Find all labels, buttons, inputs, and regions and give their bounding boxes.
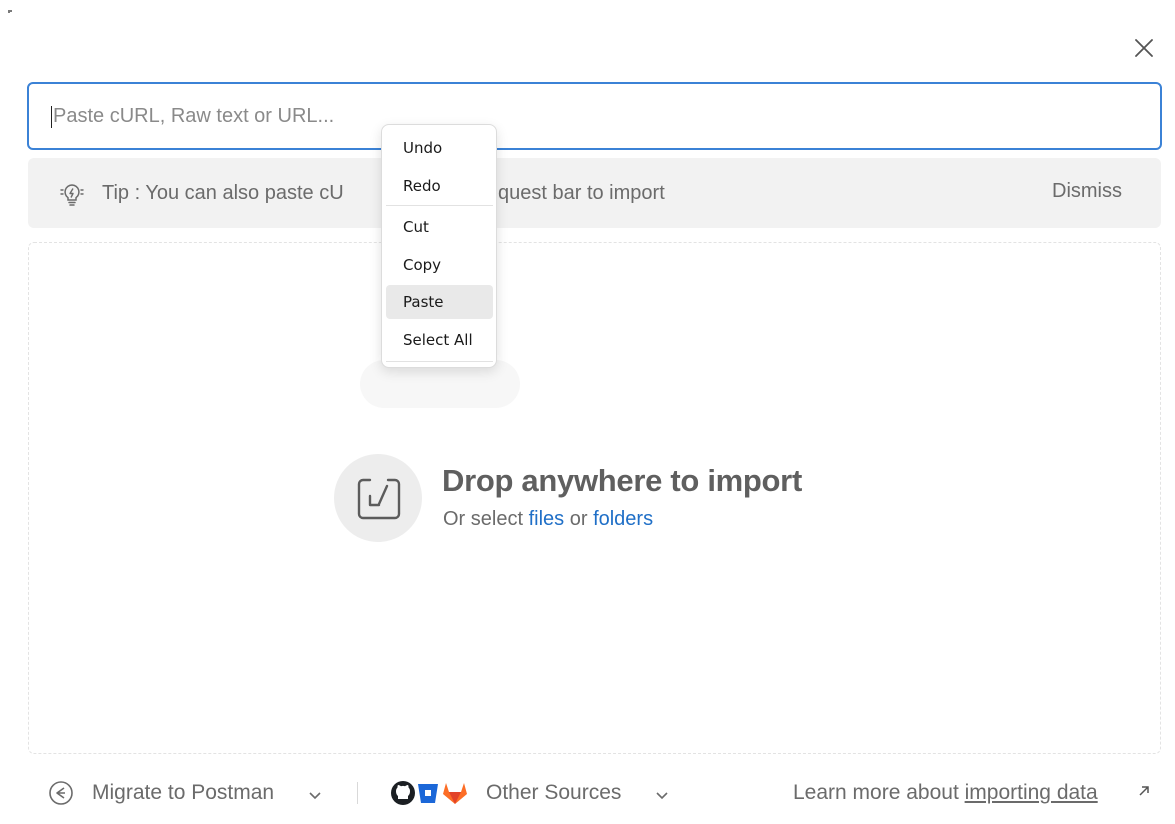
context-menu-separator (386, 205, 493, 206)
context-menu-item-copy[interactable]: Copy (386, 248, 493, 282)
context-menu-separator (386, 361, 493, 362)
context-menu-item-paste[interactable]: Paste (386, 285, 493, 319)
learn-more-prefix: Learn more about (793, 781, 965, 804)
context-menu: Undo Redo Cut Copy Paste Select All (381, 124, 497, 368)
other-sources-button[interactable]: Other Sources (486, 781, 621, 805)
gitlab-icon[interactable] (441, 780, 469, 806)
dismiss-button[interactable]: Dismiss (1052, 180, 1122, 203)
github-icon[interactable] (390, 780, 416, 806)
footer-divider (357, 782, 358, 804)
context-menu-item-undo[interactable]: Undo (386, 131, 493, 165)
close-button[interactable] (1130, 34, 1158, 62)
importing-data-link[interactable]: importing data (965, 781, 1098, 804)
context-menu-item-redo[interactable]: Redo (386, 169, 493, 203)
url-input-container[interactable] (27, 82, 1162, 150)
select-folders-link[interactable]: folders (593, 508, 653, 530)
select-files-link[interactable]: files (529, 508, 565, 530)
learn-more-text: Learn more about importing data (793, 781, 1098, 805)
bitbucket-icon[interactable] (417, 781, 439, 805)
drop-title: Drop anywhere to import (442, 463, 802, 498)
migrate-to-postman-button[interactable]: Migrate to Postman (92, 781, 274, 805)
context-menu-item-select-all[interactable]: Select All (386, 323, 493, 357)
chevron-down-icon[interactable] (308, 788, 322, 800)
footer-bar: Migrate to Postman Other Sources Learn m… (0, 770, 1175, 814)
drop-subtitle-middle: or (564, 508, 594, 530)
text-caret (51, 106, 52, 128)
lightbulb-icon (60, 184, 84, 206)
migrate-icon (49, 781, 73, 805)
url-input[interactable] (29, 84, 1160, 148)
tip-text-continued: quest bar to import (498, 182, 665, 204)
external-link-icon[interactable] (1137, 784, 1151, 798)
chevron-down-icon[interactable] (655, 788, 669, 800)
drop-subtitle-prefix: Or select (443, 508, 529, 530)
tip-banner: Tip : You can also paste cU quest bar to… (28, 158, 1161, 228)
drop-subtitle: Or select files or folders (443, 508, 653, 531)
close-icon (1135, 39, 1153, 57)
window-corner-mark (8, 10, 12, 13)
import-tray-icon (334, 454, 422, 542)
context-menu-item-cut[interactable]: Cut (386, 210, 493, 244)
tip-text: Tip : You can also paste cU (102, 182, 344, 204)
